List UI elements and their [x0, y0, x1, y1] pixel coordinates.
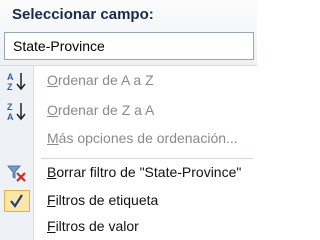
value-filters-menu-item[interactable]: Filtros de valor	[0, 214, 257, 240]
field-filter-panel: Seleccionar campo: State-Province A Z Or…	[0, 0, 257, 240]
checkmark-icon	[6, 191, 28, 211]
sort-az-menu-item[interactable]: A Z Ordenar de A a Z	[0, 68, 257, 94]
label-filters-label: Filtros de etiqueta	[47, 192, 159, 208]
more-sort-options-label: Más opciones de ordenación...	[47, 130, 238, 146]
field-dropdown[interactable]: State-Province	[4, 32, 254, 60]
label-filters-menu-item[interactable]: Filtros de etiqueta	[0, 188, 257, 214]
clear-filter-menu-item[interactable]: Borrar filtro de "State-Province"	[0, 160, 257, 186]
select-field-header: Seleccionar campo: State-Province	[0, 0, 257, 66]
svg-text:A: A	[7, 112, 14, 121]
value-filters-label: Filtros de valor	[47, 218, 139, 234]
clear-filter-icon	[6, 163, 28, 183]
clear-filter-label: Borrar filtro de "State-Province"	[47, 164, 242, 180]
sort-za-label: Ordenar de Z a A	[47, 102, 155, 118]
sort-ascending-icon: A Z	[6, 71, 28, 92]
sort-az-label: Ordenar de A a Z	[47, 72, 154, 88]
svg-text:Z: Z	[7, 82, 13, 91]
more-sort-options-menu-item[interactable]: Más opciones de ordenación...	[0, 126, 257, 152]
sort-za-menu-item[interactable]: Z A Ordenar de Z a A	[0, 98, 257, 124]
svg-text:A: A	[7, 72, 14, 82]
svg-text:Z: Z	[7, 102, 13, 112]
menu-separator	[41, 158, 253, 159]
sort-descending-icon: Z A	[6, 101, 28, 122]
select-field-label: Seleccionar campo:	[12, 6, 154, 23]
